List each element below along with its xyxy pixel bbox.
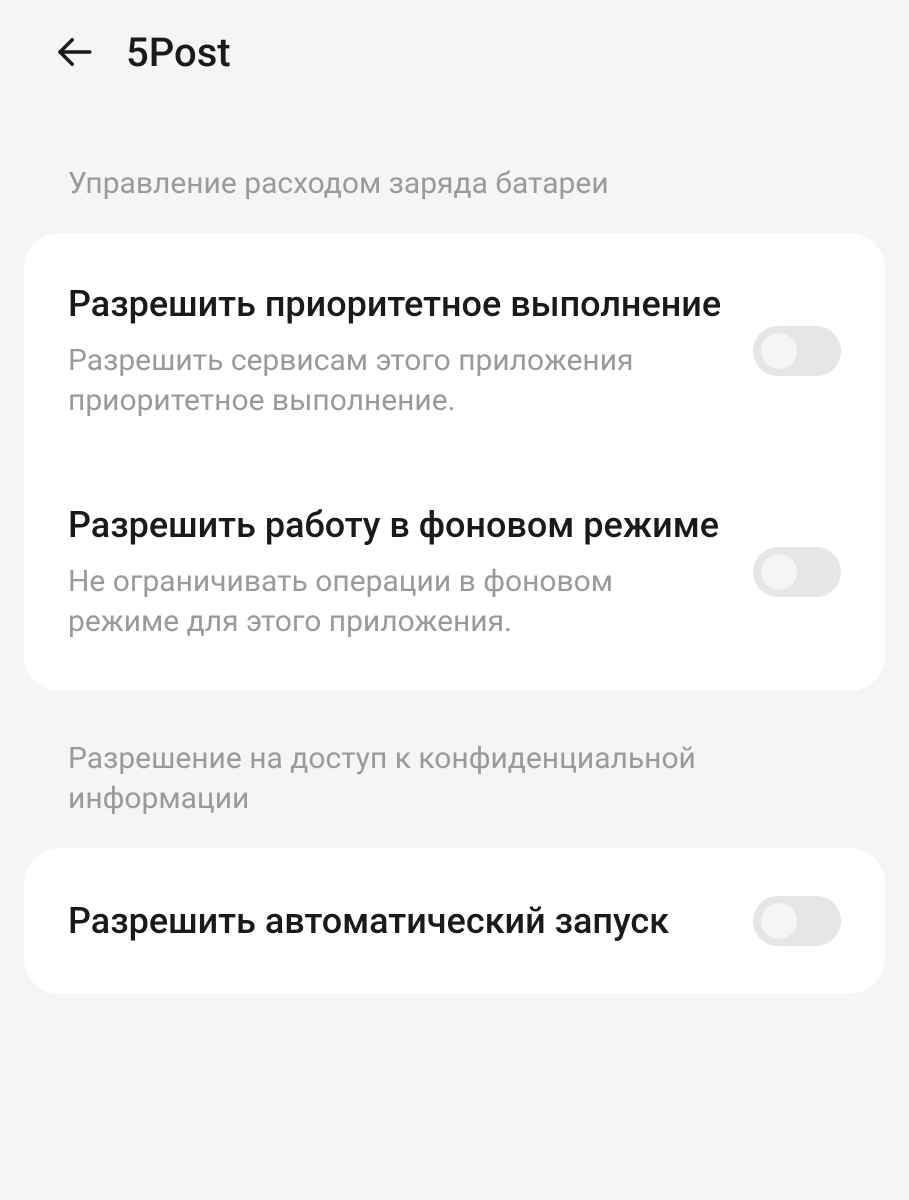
header: 5Post: [0, 0, 909, 116]
toggle-knob: [761, 903, 797, 939]
setting-title: Разрешить работу в фоновом режиме: [68, 502, 723, 548]
setting-title: Разрешить приоритетное выполнение: [68, 281, 723, 327]
back-button[interactable]: [50, 28, 98, 76]
section-label-battery: Управление расходом заряда батареи: [0, 116, 909, 233]
setting-text: Разрешить работу в фоновом режиме Не огр…: [68, 502, 753, 643]
setting-desc: Разрешить сервисам этого приложения прио…: [68, 341, 723, 422]
toggle-knob: [761, 333, 797, 369]
battery-card: Разрешить приоритетное выполнение Разреш…: [24, 233, 885, 691]
setting-text: Разрешить автоматический запуск: [68, 898, 753, 944]
page-title: 5Post: [126, 29, 231, 76]
setting-text: Разрешить приоритетное выполнение Разреш…: [68, 281, 753, 422]
privacy-card: Разрешить автоматический запуск: [24, 848, 885, 994]
setting-autostart[interactable]: Разрешить автоматический запуск: [24, 856, 885, 986]
setting-background-activity[interactable]: Разрешить работу в фоновом режиме Не огр…: [24, 462, 885, 683]
toggle-knob: [761, 554, 797, 590]
setting-desc: Не ограничивать операции в фоновом режим…: [68, 562, 723, 643]
section-label-privacy: Разрешение на доступ к конфиденциальной …: [0, 691, 909, 848]
arrow-left-icon: [53, 31, 95, 73]
toggle-priority-execution[interactable]: [753, 326, 841, 376]
toggle-autostart[interactable]: [753, 896, 841, 946]
setting-priority-execution[interactable]: Разрешить приоритетное выполнение Разреш…: [24, 241, 885, 462]
setting-title: Разрешить автоматический запуск: [68, 898, 723, 944]
toggle-background-activity[interactable]: [753, 547, 841, 597]
